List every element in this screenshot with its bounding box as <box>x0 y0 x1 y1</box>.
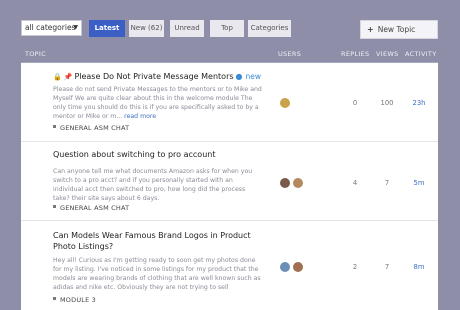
views-count: 7 <box>384 179 390 187</box>
topic-category[interactable]: MODULE 3 <box>53 296 96 304</box>
topic-excerpt-text: Can anyone tell me what documents Amazon… <box>53 168 253 202</box>
topic-category-label: MODULE 3 <box>60 296 97 304</box>
topic-row: Can Models Wear Famous Brand Logos in Pr… <box>21 221 438 310</box>
column-replies[interactable]: REPLIES <box>341 50 369 58</box>
topic-category[interactable]: GENERAL ASM CHAT <box>53 204 129 212</box>
category-square-icon <box>53 125 56 128</box>
nav-unread-button[interactable]: Unread <box>170 20 204 37</box>
topic-title[interactable]: 🔒 📌 Please Do Not Private Message Mentors ●… <box>53 71 268 83</box>
views-count: 100 <box>380 99 394 107</box>
nav-top-button[interactable]: Top <box>210 20 244 37</box>
topic-row: 🔒 📌 Please Do Not Private Message Mentors ●… <box>21 63 438 142</box>
plus-icon: + <box>367 25 374 34</box>
category-square-icon <box>53 205 56 208</box>
views-count: 7 <box>384 263 390 271</box>
replies-count: 4 <box>352 179 358 187</box>
new-topic-button[interactable]: + New Topic <box>360 20 438 39</box>
activity-time[interactable]: 23h <box>407 99 431 107</box>
avatar[interactable] <box>279 177 291 189</box>
topic-title[interactable]: Can Models Wear Famous Brand Logos in Pr… <box>53 230 268 252</box>
topic-list: 🔒 📌 Please Do Not Private Message Mentors ●… <box>21 63 438 310</box>
avatar[interactable] <box>292 261 304 273</box>
topic-title-text[interactable]: Question about switching to pro account <box>53 150 215 159</box>
replies-count: 2 <box>352 263 358 271</box>
chevron-down-icon: ▼ <box>73 24 78 31</box>
category-square-icon <box>53 297 56 300</box>
new-dot-icon: ● <box>235 72 243 81</box>
topic-category[interactable]: GENERAL ASM CHAT <box>53 124 129 132</box>
avatar[interactable] <box>279 261 291 273</box>
pin-icon: 📌 <box>63 73 73 81</box>
column-views[interactable]: VIEWS <box>376 50 399 58</box>
avatar[interactable] <box>292 177 304 189</box>
column-activity[interactable]: ACTIVITY <box>405 50 436 58</box>
activity-time[interactable]: 8m <box>407 263 431 271</box>
topic-title[interactable]: Question about switching to pro account <box>53 149 268 160</box>
lock-icon: 🔒 <box>53 73 62 81</box>
topic-title-text[interactable]: Can Models Wear Famous Brand Logos in Pr… <box>53 231 251 251</box>
nav-new-button[interactable]: New (62) <box>129 20 164 37</box>
avatar[interactable] <box>279 97 291 109</box>
new-topic-label: New Topic <box>377 25 416 34</box>
column-users: USERS <box>278 50 302 58</box>
column-topic[interactable]: TOPIC <box>25 50 46 58</box>
topic-category-label: GENERAL ASM CHAT <box>60 204 130 212</box>
read-more-link[interactable]: read more <box>124 113 156 120</box>
topic-toolbar: all categories ▼ Latest New (62) Unread … <box>0 0 460 48</box>
nav-latest-button[interactable]: Latest <box>89 20 125 37</box>
topic-title-text[interactable]: Please Do Not Private Message Mentors <box>74 72 233 81</box>
topic-excerpt-text: Hey all! Curious as I'm getting ready to… <box>53 257 261 291</box>
topic-category-label: GENERAL ASM CHAT <box>60 124 130 132</box>
activity-time[interactable]: 5m <box>407 179 431 187</box>
topic-excerpt: Hey all! Curious as I'm getting ready to… <box>53 256 263 292</box>
topic-excerpt: Please do not send Private Messages to t… <box>53 85 263 121</box>
new-badge: new <box>245 72 262 81</box>
topic-row: Question about switching to pro account … <box>21 142 438 221</box>
topic-excerpt-text: Please do not send Private Messages to t… <box>53 86 262 120</box>
category-select-label: all categories <box>25 23 76 32</box>
replies-count: 0 <box>352 99 358 107</box>
topic-excerpt: Can anyone tell me what documents Amazon… <box>53 167 263 203</box>
nav-categories-button[interactable]: Categories <box>248 20 291 37</box>
category-select[interactable]: all categories ▼ <box>21 20 82 36</box>
